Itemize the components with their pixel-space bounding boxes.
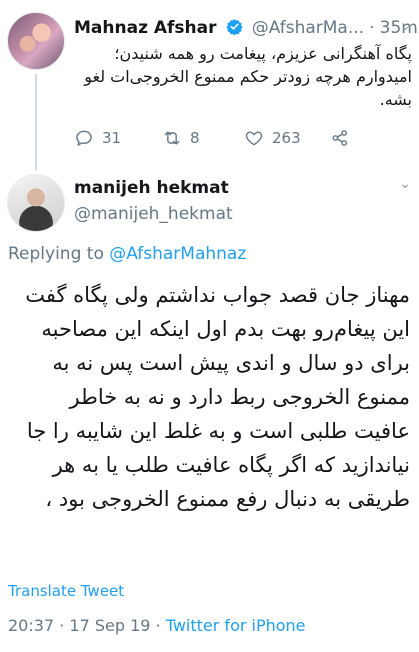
chevron-down-icon[interactable]: ⌄	[399, 176, 411, 192]
parent-display-name[interactable]: Mahnaz Afshar	[74, 18, 217, 38]
parent-handle[interactable]: @AfsharMa...	[252, 18, 364, 38]
like-count: 263	[272, 129, 301, 147]
separator-dot: ·	[369, 18, 375, 38]
separator-dot: ·	[155, 616, 161, 635]
separator-dot: ·	[59, 616, 65, 635]
retweet-count: 8	[190, 129, 200, 147]
replying-to-line: Replying to @AfsharMahnaz	[8, 244, 246, 264]
tweet-meta: 20:37 · 17 Sep 19 · Twitter for iPhone	[8, 616, 306, 635]
tweet-time: 20:37	[8, 616, 55, 635]
parent-tweet[interactable]: Mahnaz Afshar @AfsharMa... · 35m ⌄ پگاه …	[0, 0, 419, 170]
tweet-date: 17 Sep 19	[69, 616, 151, 635]
main-avatar[interactable]	[7, 174, 65, 232]
retweet-icon	[164, 131, 180, 145]
main-handle[interactable]: @manijeh_hekmat	[74, 204, 233, 224]
heart-icon	[245, 131, 263, 146]
reply-icon	[76, 130, 92, 146]
reply-button[interactable]: 31	[74, 126, 121, 150]
retweet-button[interactable]: 8	[162, 126, 200, 150]
thread-line	[35, 74, 37, 170]
translate-tweet-link[interactable]: Translate Tweet	[8, 582, 124, 600]
main-display-name[interactable]: manijeh hekmat	[74, 178, 229, 198]
replying-to-link[interactable]: @AfsharMahnaz	[109, 244, 246, 264]
main-tweet-text: مهناز جان قصد جواب نداشتم ولی پگاه گفت ا…	[25, 283, 410, 511]
replying-to-label: Replying to	[8, 244, 110, 264]
chevron-down-icon[interactable]: ⌄	[399, 18, 411, 34]
parent-tweet-actions: 31 8 263	[74, 126, 374, 150]
parent-tweet-header: Mahnaz Afshar @AfsharMa... · 35m ⌄	[74, 18, 418, 40]
main-tweet: manijeh hekmat @manijeh_hekmat ⌄ Replyin…	[0, 168, 419, 652]
parent-tweet-text: پگاه آهنگرانی عزیزم، پیغامت رو همه شنیدن…	[84, 44, 412, 109]
share-icon	[332, 130, 348, 146]
parent-avatar[interactable]	[7, 12, 65, 70]
share-button[interactable]	[330, 126, 350, 150]
tweet-source-link[interactable]: Twitter for iPhone	[166, 616, 306, 635]
like-button[interactable]: 263	[244, 126, 301, 150]
verified-badge-icon	[225, 18, 243, 39]
reply-count: 31	[102, 129, 122, 147]
